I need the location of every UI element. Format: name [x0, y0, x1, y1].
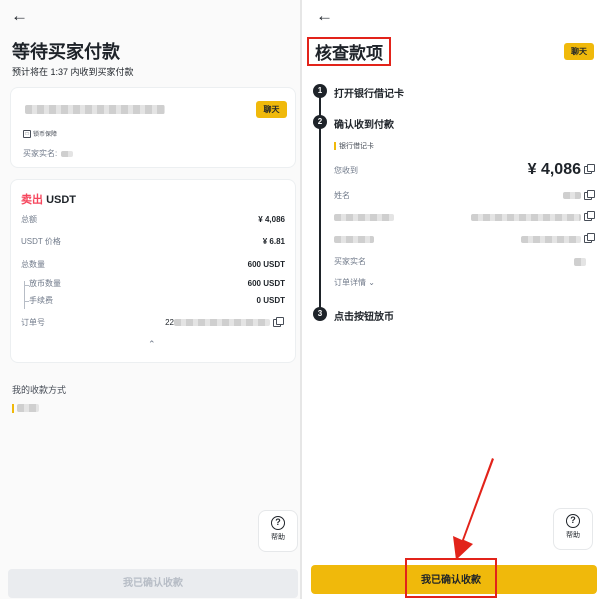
bank-value [521, 233, 595, 243]
account-value [471, 211, 595, 221]
page-title: 核查款项 [315, 44, 383, 63]
page-title: 等待买家付款 [12, 42, 120, 62]
step-label: 点击按钮放币 [334, 312, 394, 323]
row-label: USDT 价格 [21, 237, 61, 246]
row-label: 放币数量 [29, 279, 61, 288]
row-value: 0 USDT [256, 296, 285, 305]
left-screen: ← 等待买家付款 预计将在 1:37 内收到买家付款 聊天 □ 锁币保障 买家实… [0, 0, 300, 599]
row-value: 600 USDT [247, 279, 285, 288]
account-number-redacted [471, 213, 581, 221]
buyer-realname-row: 买家实名: [23, 148, 74, 159]
bank-label-redacted [334, 235, 374, 243]
row-label: 手续费 [29, 296, 53, 305]
payment-method-redacted [17, 404, 39, 412]
copy-icon[interactable] [584, 211, 595, 221]
asset-label: USDT [46, 194, 77, 206]
account-row [334, 211, 595, 221]
name-label: 姓名 [334, 191, 350, 200]
back-arrow-icon[interactable]: ← [316, 7, 338, 25]
order-number-prefix: 22 [165, 318, 174, 327]
row-value: ¥ 4,086 [258, 215, 285, 224]
row-label: 总数量 [21, 260, 45, 269]
price-row: USDT 价格 ¥ 6.81 [21, 236, 285, 247]
buyer-card: 聊天 □ 锁币保障 买家实名: [10, 87, 296, 168]
bank-card-label: 银行借记卡 [339, 143, 374, 150]
title-highlight-box: 核查款项 [307, 37, 391, 66]
order-heading: 卖出 USDT [21, 191, 76, 207]
order-number-value: 22 [165, 316, 284, 327]
payment-methods-heading: 我的收款方式 [12, 385, 67, 395]
help-button[interactable]: ? 帮助 [553, 508, 593, 550]
order-detail-label: 订单详情 [334, 278, 366, 287]
copy-icon[interactable] [584, 164, 595, 174]
buyer-nickname-redacted [25, 105, 165, 114]
row-label: 总额 [21, 215, 37, 224]
shield-icon: □ [23, 129, 31, 138]
step-number: 3 [313, 307, 327, 321]
received-amount: ¥ 4,086 [527, 161, 581, 178]
confirm-received-button-disabled: 我已确认收款 [8, 569, 298, 598]
buyer-realname-redacted [61, 150, 74, 157]
received-amount-row: 您收到 ¥ 4,086 [334, 161, 595, 179]
back-arrow-icon[interactable]: ← [11, 7, 33, 25]
right-screen: ← 核查款项 聊天 1 打开银行借记卡 2 确认收到付款 银行借记卡 您收到 ¥… [300, 0, 600, 599]
question-icon: ? [271, 516, 285, 530]
sell-label: 卖出 [21, 194, 43, 206]
name-row: 姓名 [334, 189, 595, 201]
name-value [563, 189, 595, 200]
bank-name-redacted [521, 235, 581, 243]
fee-row: 手续费 0 USDT [21, 295, 285, 306]
step-number: 1 [313, 84, 327, 98]
step-number: 2 [313, 115, 327, 129]
account-label-redacted [334, 213, 394, 221]
chevron-down-icon: ⌄ [368, 278, 375, 287]
quantity-row: 总数量 600 USDT [21, 259, 285, 270]
escrow-badge: □ 锁币保障 [23, 128, 57, 139]
question-icon: ? [566, 514, 580, 528]
order-number-redacted [174, 319, 270, 326]
row-value: ¥ 6.81 [262, 237, 285, 246]
bank-row [334, 233, 595, 243]
copy-icon[interactable] [584, 233, 595, 243]
step-label: 打开银行借记卡 [334, 89, 404, 100]
buyer-realname-row: 买家实名 [334, 256, 592, 267]
order-number-row: 订单号 22 [21, 316, 285, 328]
payment-accent-bar [12, 403, 14, 413]
bank-card-tag: 银行借记卡 [334, 141, 374, 151]
payment-method-item[interactable] [12, 403, 44, 413]
release-amount-row: 放币数量 600 USDT [21, 278, 285, 289]
countdown-text: 预计将在 1:37 内收到买家付款 [12, 67, 134, 77]
received-value: ¥ 4,086 [527, 161, 595, 179]
row-label: 订单号 [21, 318, 45, 327]
help-label: 帮助 [566, 532, 580, 539]
confirm-button-highlight-box[interactable]: 我已确认收款 [405, 558, 497, 598]
chat-button[interactable]: 聊天 [256, 101, 287, 118]
chevron-up-icon[interactable]: ⌃ [148, 339, 156, 350]
copy-icon[interactable] [584, 189, 595, 200]
help-button[interactable]: ? 帮助 [258, 510, 298, 552]
order-detail-toggle[interactable]: 订单详情 ⌄ [334, 277, 375, 288]
total-amount-row: 总额 ¥ 4,086 [21, 214, 285, 225]
confirm-received-label: 我已确认收款 [421, 574, 481, 586]
buyer-realname-label: 买家实名 [334, 257, 366, 266]
escrow-badge-label: 锁币保障 [33, 132, 58, 138]
step-label: 确认收到付款 [334, 120, 394, 131]
row-value: 600 USDT [247, 260, 285, 269]
chat-button[interactable]: 聊天 [564, 43, 594, 60]
copy-icon[interactable] [273, 316, 284, 327]
buyer-realname-label: 买家实名: [23, 149, 58, 158]
buyer-realname-redacted [574, 257, 586, 266]
bank-accent-bar [334, 142, 336, 150]
help-label: 帮助 [271, 534, 285, 541]
name-redacted [563, 192, 581, 199]
order-card: 卖出 USDT 总额 ¥ 4,086 USDT 价格 ¥ 6.81 总数量 60… [10, 179, 296, 363]
received-label: 您收到 [334, 165, 358, 175]
